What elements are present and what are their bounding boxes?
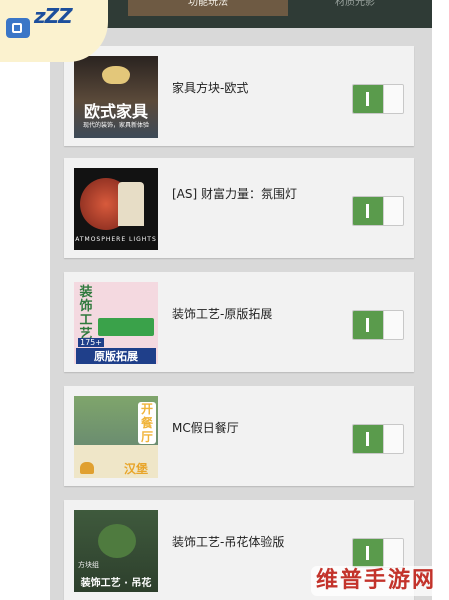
mod-thumbnail: 欧式家具 现代的装饰，家具新体验 [74,56,158,138]
mod-name: 装饰工艺-原版拓展 [172,307,273,321]
hanging-flower-icon [98,524,136,558]
enable-toggle[interactable] [352,196,404,226]
thumb-title: ATMOSPHERE LIGHTS [75,236,157,243]
enable-toggle[interactable] [352,424,404,454]
thumb-title: 开餐厅 [138,402,156,444]
burger-icon [80,462,94,474]
toggle-knob [383,197,403,225]
toggle-indicator [366,318,369,332]
thumb-subtitle: 现代的装饰，家具新体验 [82,122,149,129]
toggle-indicator [366,92,369,106]
thumb-subtitle: 汉堡 [124,462,149,476]
mod-thumbnail: ATMOSPHERE LIGHTS [74,168,158,250]
thumb-subtitle: 原版拓展 [76,348,156,364]
deer-lamp-icon [118,182,144,226]
list-item: 开餐厅 汉堡 MC假日餐厅 [64,386,414,486]
mod-list: 欧式家具 现代的装饰，家具新体验 家具方块-欧式 ATMOSPHERE LIGH… [50,28,432,600]
mod-name: 家具方块-欧式 [172,81,249,95]
thumb-top-label: 方块组 [78,561,99,569]
mod-name: [AS] 财富力量：氛围灯 [172,187,298,201]
tab-gameplay[interactable]: 功能玩法 [128,0,288,16]
toggle-knob [383,85,403,113]
thumb-title: 欧式家具 [83,102,148,121]
mod-thumbnail: 装饰工艺 175+ 原版拓展 [74,282,158,364]
toggle-indicator [366,432,369,446]
toggle-knob [383,311,403,339]
watermark: 维普手游网 [311,566,441,596]
zzz-text: zZZ [34,4,73,28]
toggle-indicator [366,546,369,560]
enable-toggle[interactable] [352,84,404,114]
toggle-indicator [366,204,369,218]
thumb-badge: 175+ [78,338,104,347]
mod-thumbnail: 开餐厅 汉堡 [74,396,158,478]
toggle-knob [383,425,403,453]
list-item: ATMOSPHERE LIGHTS [AS] 财富力量：氛围灯 [64,158,414,258]
list-item: 装饰工艺 175+ 原版拓展 装饰工艺-原版拓展 [64,272,414,372]
list-item: 欧式家具 现代的装饰，家具新体验 家具方块-欧式 [64,46,414,146]
toggle-knob [383,539,403,567]
enable-toggle[interactable] [352,538,404,568]
enable-toggle[interactable] [352,310,404,340]
mod-thumbnail: 方块组 装饰工艺 · 吊花 [74,510,158,592]
chandelier-icon [102,66,130,84]
table-icon [98,318,154,336]
tab-textures[interactable]: 材质光影 [295,0,415,16]
sleep-badge: zZZ [0,0,108,62]
mod-name: MC假日餐厅 [172,421,239,435]
thumb-title: 装饰工艺 [79,285,93,342]
thumb-title: 装饰工艺 · 吊花 [80,578,152,589]
app-logo-icon [6,18,30,38]
mod-name: 装饰工艺-吊花体验版 [172,535,285,549]
